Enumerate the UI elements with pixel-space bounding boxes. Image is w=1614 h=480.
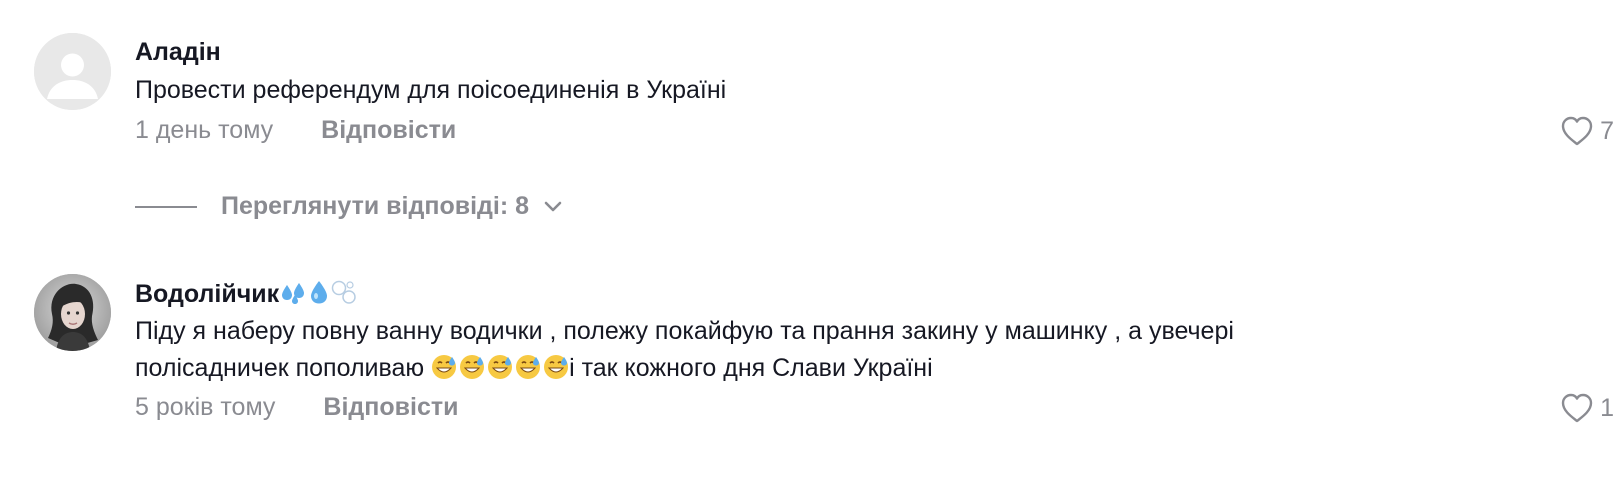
heart-outline-icon[interactable] [1560, 392, 1594, 424]
grin-sweat-icon [544, 355, 569, 379]
reply-button[interactable]: Відповісти [321, 116, 456, 145]
reply-button[interactable]: Відповісти [323, 393, 458, 422]
comment-text: Провести референдум для поісоединенія в … [135, 76, 727, 104]
droplet-emoji [309, 279, 329, 309]
like-control[interactable]: 7 [1560, 115, 1614, 147]
avatar[interactable] [34, 274, 111, 351]
avatar[interactable] [34, 33, 111, 110]
grin-sweat-icon [460, 355, 485, 379]
comment-username[interactable]: Аладін [135, 38, 221, 67]
comment-meta: 5 років тому Відповісти [135, 393, 459, 422]
view-replies-label[interactable]: Переглянути відповіді: 8 [221, 192, 529, 221]
grin-sweat-icon [432, 355, 457, 379]
default-avatar-icon [34, 33, 111, 110]
comment-meta: 1 день тому Відповісти [135, 116, 456, 145]
comment-text-fragment: полісадничек пополиваю [135, 354, 432, 382]
grin-sweat-icon [516, 355, 541, 379]
comment-username[interactable]: Водолійчик [135, 279, 357, 309]
comment-timestamp: 1 день тому [135, 116, 274, 144]
like-count: 1 [1600, 393, 1614, 422]
divider-line [135, 205, 197, 208]
username-text[interactable]: Аладін [135, 38, 221, 67]
username-text[interactable]: Водолійчик [135, 280, 279, 309]
user-photo-icon [34, 274, 111, 351]
view-replies-button[interactable]: Переглянути відповіді: 8 [135, 192, 563, 221]
droplet-icon [311, 281, 328, 304]
like-control[interactable]: 1 [1560, 392, 1614, 424]
grin-sweat-icon [488, 355, 513, 379]
bubbles-icon [331, 280, 356, 304]
heart-outline-icon[interactable] [1560, 115, 1594, 147]
comment-timestamp: 5 років тому [135, 393, 276, 421]
bubbles-emoji [331, 279, 357, 309]
comment-text: Піду я наберу повну ванну водички , поле… [135, 313, 1455, 387]
like-count: 7 [1600, 116, 1614, 145]
grin-sweat-emoji-group [431, 354, 569, 380]
sweat-droplets-emoji [281, 280, 307, 309]
sweat-droplets-icon [282, 282, 305, 304]
chevron-down-icon[interactable] [543, 200, 563, 214]
comment-text-fragment: і так кожного дня Слави Україні [569, 354, 933, 382]
comment-text-line: Піду я наберу повну ванну водички , поле… [135, 317, 1234, 345]
comment-text-line: полісадничек пополиваю і так кожного дня… [135, 350, 1455, 387]
